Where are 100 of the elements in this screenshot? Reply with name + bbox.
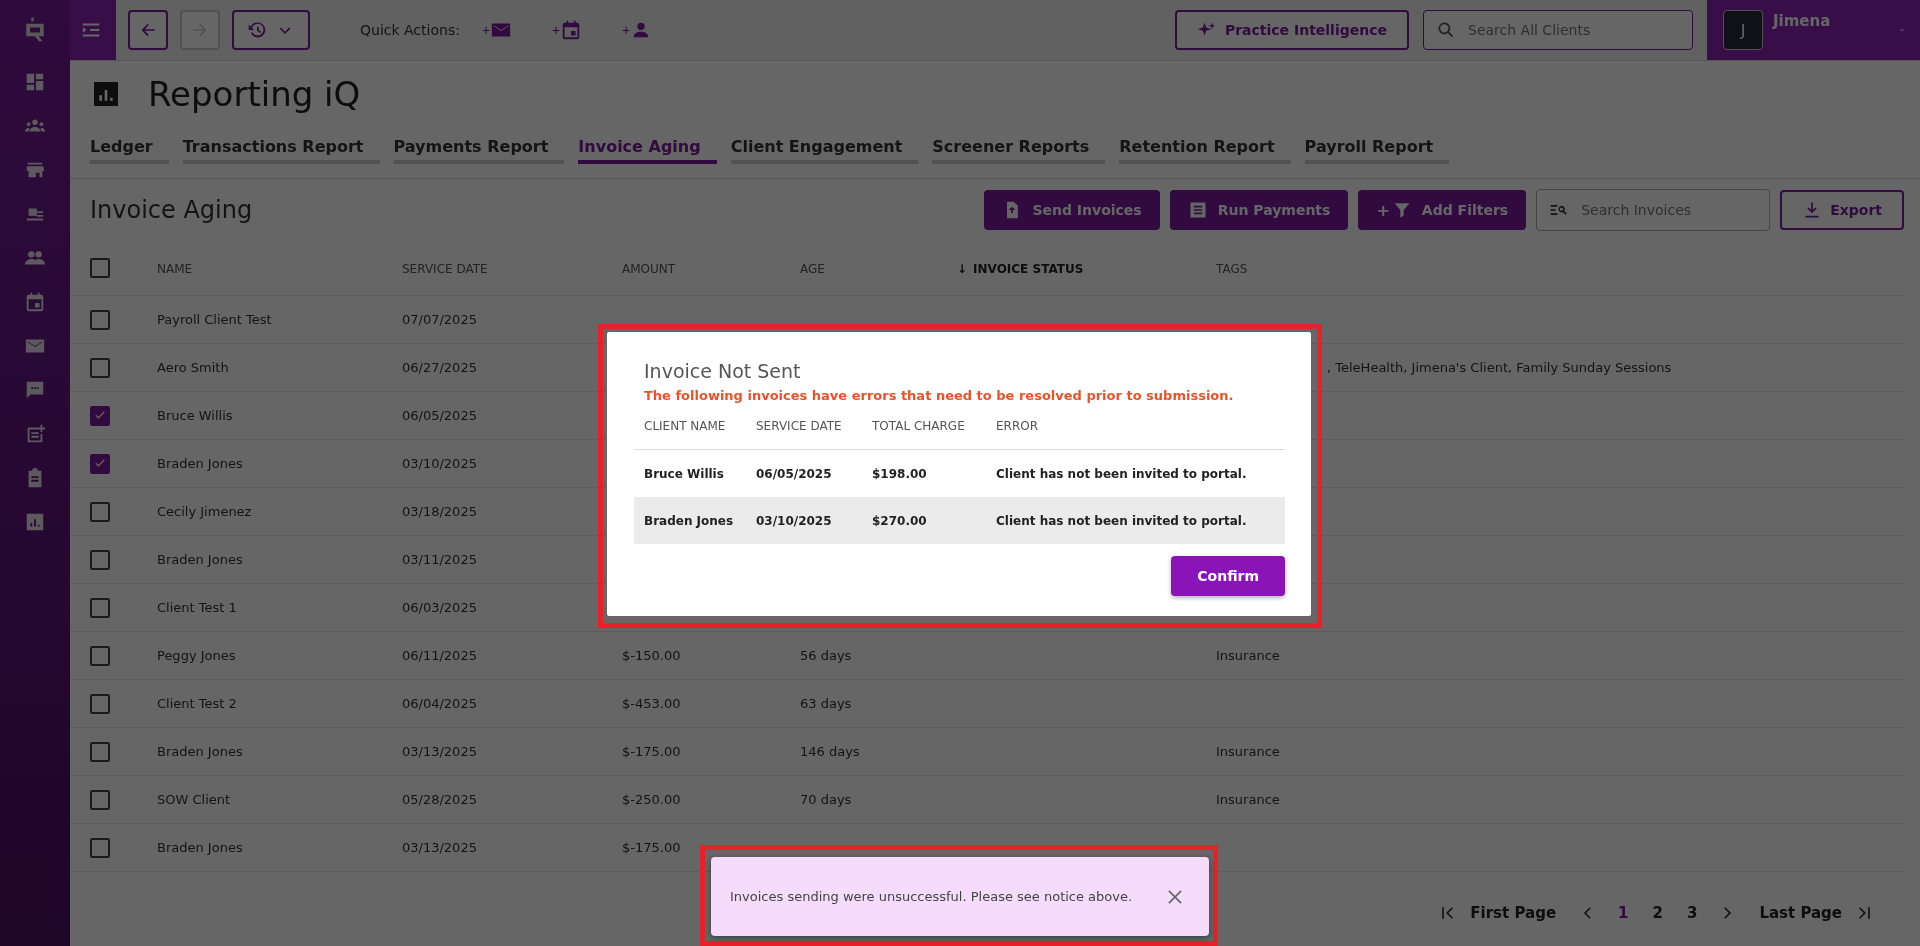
checkbox[interactable] xyxy=(90,357,110,378)
table-cell: 06/05/2025 xyxy=(402,408,477,423)
report-tab[interactable]: Transactions Report xyxy=(182,137,380,164)
table-cell: 03/13/2025 xyxy=(402,840,477,855)
table-cell: Insurance xyxy=(1216,744,1280,759)
checkbox[interactable] xyxy=(90,501,110,522)
checkbox[interactable] xyxy=(90,693,110,714)
column-header[interactable]: NAME xyxy=(157,261,193,276)
last-page-button[interactable]: Last Page xyxy=(1753,902,1880,924)
table-cell: 06/27/2025 xyxy=(402,360,477,375)
table-cell: 146 days xyxy=(800,744,860,759)
report-tab[interactable]: Retention Report xyxy=(1119,137,1291,164)
export-button[interactable]: Export xyxy=(1780,190,1904,230)
checkbox[interactable] xyxy=(90,597,110,618)
table-cell: 03/13/2025 xyxy=(402,744,477,759)
column-header[interactable]: SERVICE DATE xyxy=(402,261,488,276)
action-button[interactable]: Run Payments xyxy=(1169,190,1349,230)
user-avatar: J xyxy=(1723,10,1763,50)
table-cell: Braden Jones xyxy=(157,552,243,567)
report-tab[interactable]: Payroll Report xyxy=(1304,137,1450,164)
section-title: Invoice Aging xyxy=(90,196,253,224)
calendar-icon[interactable] xyxy=(24,291,46,313)
column-header[interactable]: ↓ INVOICE STATUS xyxy=(957,261,1084,276)
page-title: Reporting iQ xyxy=(148,74,361,114)
checkbox[interactable] xyxy=(90,549,110,570)
table-cell: Braden Jones xyxy=(157,744,243,759)
action-button[interactable]: Send Invoices xyxy=(984,190,1160,230)
table-cell: 06/03/2025 xyxy=(402,600,477,615)
quick-action-button[interactable]: + xyxy=(621,19,670,41)
table-cell: SOW Client xyxy=(157,792,231,807)
checkbox[interactable] xyxy=(90,741,110,762)
table-cell: Client Test 2 xyxy=(157,696,237,711)
table-cell: 03/11/2025 xyxy=(402,552,477,567)
table-cell-text: Bruce Willis xyxy=(644,466,725,481)
report-tab[interactable]: Screener Reports xyxy=(932,137,1106,164)
table-cell: 06/04/2025 xyxy=(402,696,477,711)
report-tab[interactable]: Invoice Aging xyxy=(578,137,717,164)
dialog-title: Invoice Not Sent xyxy=(644,360,802,382)
error-message: The following invoices have errors that need to be resolved prior to submission. xyxy=(644,388,1235,403)
chart-icon[interactable] xyxy=(24,511,46,533)
table-cell: $-250.00 xyxy=(622,792,681,807)
search-icon xyxy=(1436,20,1456,40)
table-cell: Aero Smith xyxy=(157,360,229,375)
quick-action-button[interactable]: + xyxy=(551,19,600,41)
table-cell-text: 06/05/2025 xyxy=(756,466,833,481)
first-page-button[interactable]: First Page xyxy=(1432,902,1563,924)
table-cell: 63 days xyxy=(800,696,852,711)
table-cell-text: Client has not been invited to portal. xyxy=(996,466,1248,481)
history-icon xyxy=(247,20,267,40)
table-cell: Insurance xyxy=(1216,792,1280,807)
checkbox[interactable] xyxy=(90,309,110,330)
table-cell-text: $198.00 xyxy=(872,466,928,481)
confirm-button[interactable]: Confirm xyxy=(1171,556,1285,596)
report-tab[interactable]: Client Engagement xyxy=(730,137,919,164)
table-cell: 70 days xyxy=(800,792,852,807)
quick-action-button[interactable]: + xyxy=(481,19,530,41)
table-cell: Peggy Jones xyxy=(157,648,236,663)
page-number[interactable]: 3 xyxy=(1682,904,1702,922)
user-name: Jimena xyxy=(1773,12,1832,30)
checkbox[interactable] xyxy=(90,453,110,474)
table-cell: 03/10/2025 xyxy=(402,456,477,471)
column-header[interactable]: AMOUNT xyxy=(622,261,676,276)
menu-icon[interactable] xyxy=(70,0,116,60)
table-cell: $-150.00 xyxy=(622,648,681,663)
page-number[interactable]: 1 xyxy=(1614,904,1633,922)
checkbox[interactable] xyxy=(90,837,110,858)
table-cell-text: Client has not been invited to portal. xyxy=(996,513,1248,528)
column-header[interactable]: TAGS xyxy=(1216,261,1248,276)
column-header: ERROR xyxy=(996,419,1040,433)
table-cell: 56 days xyxy=(800,648,852,663)
table-cell: Insurance xyxy=(1216,648,1280,663)
checkbox[interactable] xyxy=(90,789,110,810)
column-header[interactable]: AGE xyxy=(800,261,825,276)
page-number[interactable]: 2 xyxy=(1648,904,1667,922)
table-cell: Payroll Client Test xyxy=(157,312,272,327)
table-cell: 03/18/2025 xyxy=(402,504,477,519)
back-button[interactable] xyxy=(128,10,168,50)
checkbox[interactable] xyxy=(90,645,110,666)
action-button[interactable]: + Add Filters xyxy=(1358,190,1527,230)
practice-intelligence-button[interactable]: Practice Intelligence xyxy=(1174,10,1409,50)
table-cell: Braden Jones xyxy=(157,840,243,855)
table-cell: $-175.00 xyxy=(622,744,681,759)
table-cell: Bruce Willis xyxy=(157,408,233,423)
quick-actions-label: Quick Actions: xyxy=(360,22,460,38)
checkbox[interactable] xyxy=(90,405,110,426)
toast-message: Invoices sending were unsuccessful. Please see notice above. xyxy=(730,889,1133,904)
history-dropdown[interactable] xyxy=(232,10,310,50)
checkbox[interactable] xyxy=(90,258,110,278)
table-cell: 05/28/2025 xyxy=(402,792,477,807)
table-cell: , TeleHealth, Jimena's Client, Family Sunday Sessions xyxy=(1327,360,1672,375)
column-header: TOTAL CHARGE xyxy=(872,419,966,433)
user-panel[interactable]: J Jimena xyxy=(1707,0,1920,60)
table-cell-text: Braden Jones xyxy=(644,513,735,528)
table-cell: $-453.00 xyxy=(622,696,681,711)
report-tab[interactable]: Ledger xyxy=(90,137,169,164)
table-cell-text: 03/10/2025 xyxy=(756,513,833,528)
column-header: SERVICE DATE xyxy=(756,419,843,433)
dashboard-icon[interactable] xyxy=(24,71,46,93)
report-tab[interactable]: Payments Report xyxy=(393,137,565,164)
table-cell: Client Test 1 xyxy=(157,600,237,615)
